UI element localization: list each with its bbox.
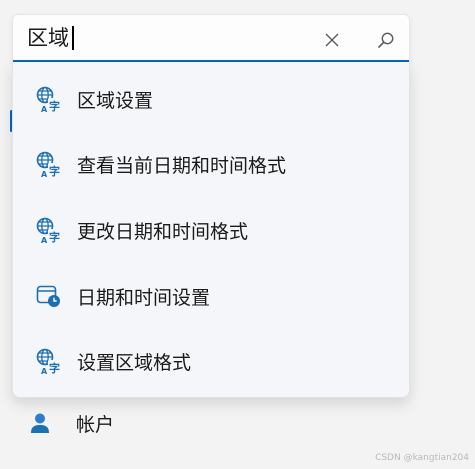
suggestion-region-format[interactable]: 字 A 设置区域格式 xyxy=(13,335,409,387)
svg-text:字: 字 xyxy=(49,361,60,375)
clear-search-button[interactable] xyxy=(319,27,345,53)
suggestion-label: 区域设置 xyxy=(77,89,154,112)
user-account-icon xyxy=(31,413,49,433)
nav-item-accounts[interactable]: 帐户 xyxy=(28,406,114,440)
text-caret xyxy=(72,26,74,50)
settings-window: 区域 字 A 区域设置 字 A 查看当前日期和时间格式 字 A 更改日期和时间格… xyxy=(0,0,475,469)
suggestion-label: 查看当前日期和时间格式 xyxy=(77,154,287,177)
suggestion-date-time-settings[interactable]: 日期和时间设置 xyxy=(13,270,409,322)
suggestion-view-date-time-format[interactable]: 字 A 查看当前日期和时间格式 xyxy=(13,138,409,190)
globe-language-icon: 字 A xyxy=(35,216,63,244)
suggestion-change-date-time-format[interactable]: 字 A 更改日期和时间格式 xyxy=(13,204,409,256)
svg-text:字: 字 xyxy=(49,230,60,244)
globe-language-icon: 字 A xyxy=(35,85,63,113)
svg-text:A: A xyxy=(41,105,48,113)
globe-language-icon: 字 A xyxy=(35,150,63,178)
svg-text:A: A xyxy=(41,170,48,178)
search-box[interactable]: 区域 xyxy=(12,14,410,62)
suggestion-label: 更改日期和时间格式 xyxy=(77,220,249,243)
suggestion-label: 设置区域格式 xyxy=(77,351,192,374)
search-button[interactable] xyxy=(373,27,399,53)
globe-language-icon: 字 A xyxy=(35,347,63,375)
suggestion-label: 日期和时间设置 xyxy=(77,286,211,309)
close-icon xyxy=(325,33,339,47)
svg-text:字: 字 xyxy=(49,99,60,113)
calendar-clock-icon xyxy=(35,282,63,310)
search-input-value: 区域 xyxy=(27,26,69,50)
search-icon xyxy=(378,32,394,48)
svg-text:字: 字 xyxy=(49,164,60,178)
search-suggestions-list: 字 A 区域设置 字 A 查看当前日期和时间格式 字 A 更改日期和时间格式 日… xyxy=(12,62,410,398)
watermark: CSDN @kangtian204 xyxy=(375,453,469,463)
suggestion-region-settings[interactable]: 字 A 区域设置 xyxy=(13,73,409,125)
svg-text:A: A xyxy=(41,367,48,375)
svg-text:A: A xyxy=(41,236,48,244)
search-input[interactable]: 区域 xyxy=(27,23,74,53)
nav-item-label: 帐户 xyxy=(76,413,115,436)
